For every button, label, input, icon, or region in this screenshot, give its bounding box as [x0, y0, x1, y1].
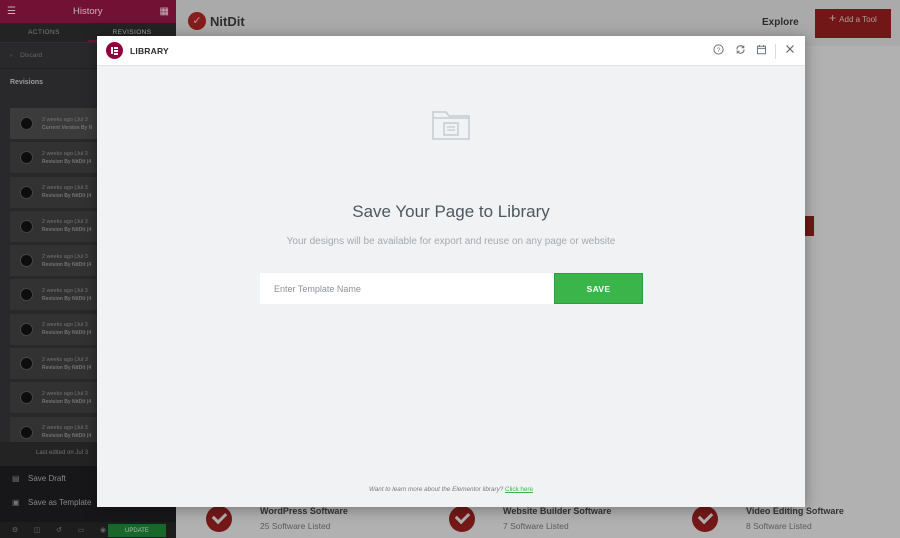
svg-text:?: ?	[716, 47, 720, 54]
modal-body: Save Your Page to Library Your designs w…	[97, 66, 805, 506]
modal-header: LIBRARY ?	[97, 36, 805, 66]
help-icon[interactable]: ?	[711, 44, 725, 58]
close-icon[interactable]	[783, 44, 797, 58]
learn-more-text: Want to learn more about the Elementor l…	[97, 486, 805, 493]
elementor-logo-icon	[106, 42, 123, 59]
library-modal: LIBRARY ? Save Your Page to Library Your…	[97, 36, 805, 507]
calendar-icon[interactable]	[754, 44, 768, 58]
save-heading: Save Your Page to Library	[352, 202, 550, 221]
click-here-link[interactable]: Click here	[505, 486, 533, 493]
learn-more-question: Want to learn more about the Elementor l…	[368, 486, 504, 493]
save-subheading: Your designs will be available for expor…	[286, 236, 616, 247]
header-divider	[775, 44, 776, 59]
template-name-input[interactable]	[260, 273, 554, 304]
sync-icon[interactable]	[733, 44, 747, 58]
modal-title: LIBRARY	[130, 45, 169, 56]
folder-icon	[431, 106, 471, 142]
save-button[interactable]: SAVE	[554, 273, 643, 304]
